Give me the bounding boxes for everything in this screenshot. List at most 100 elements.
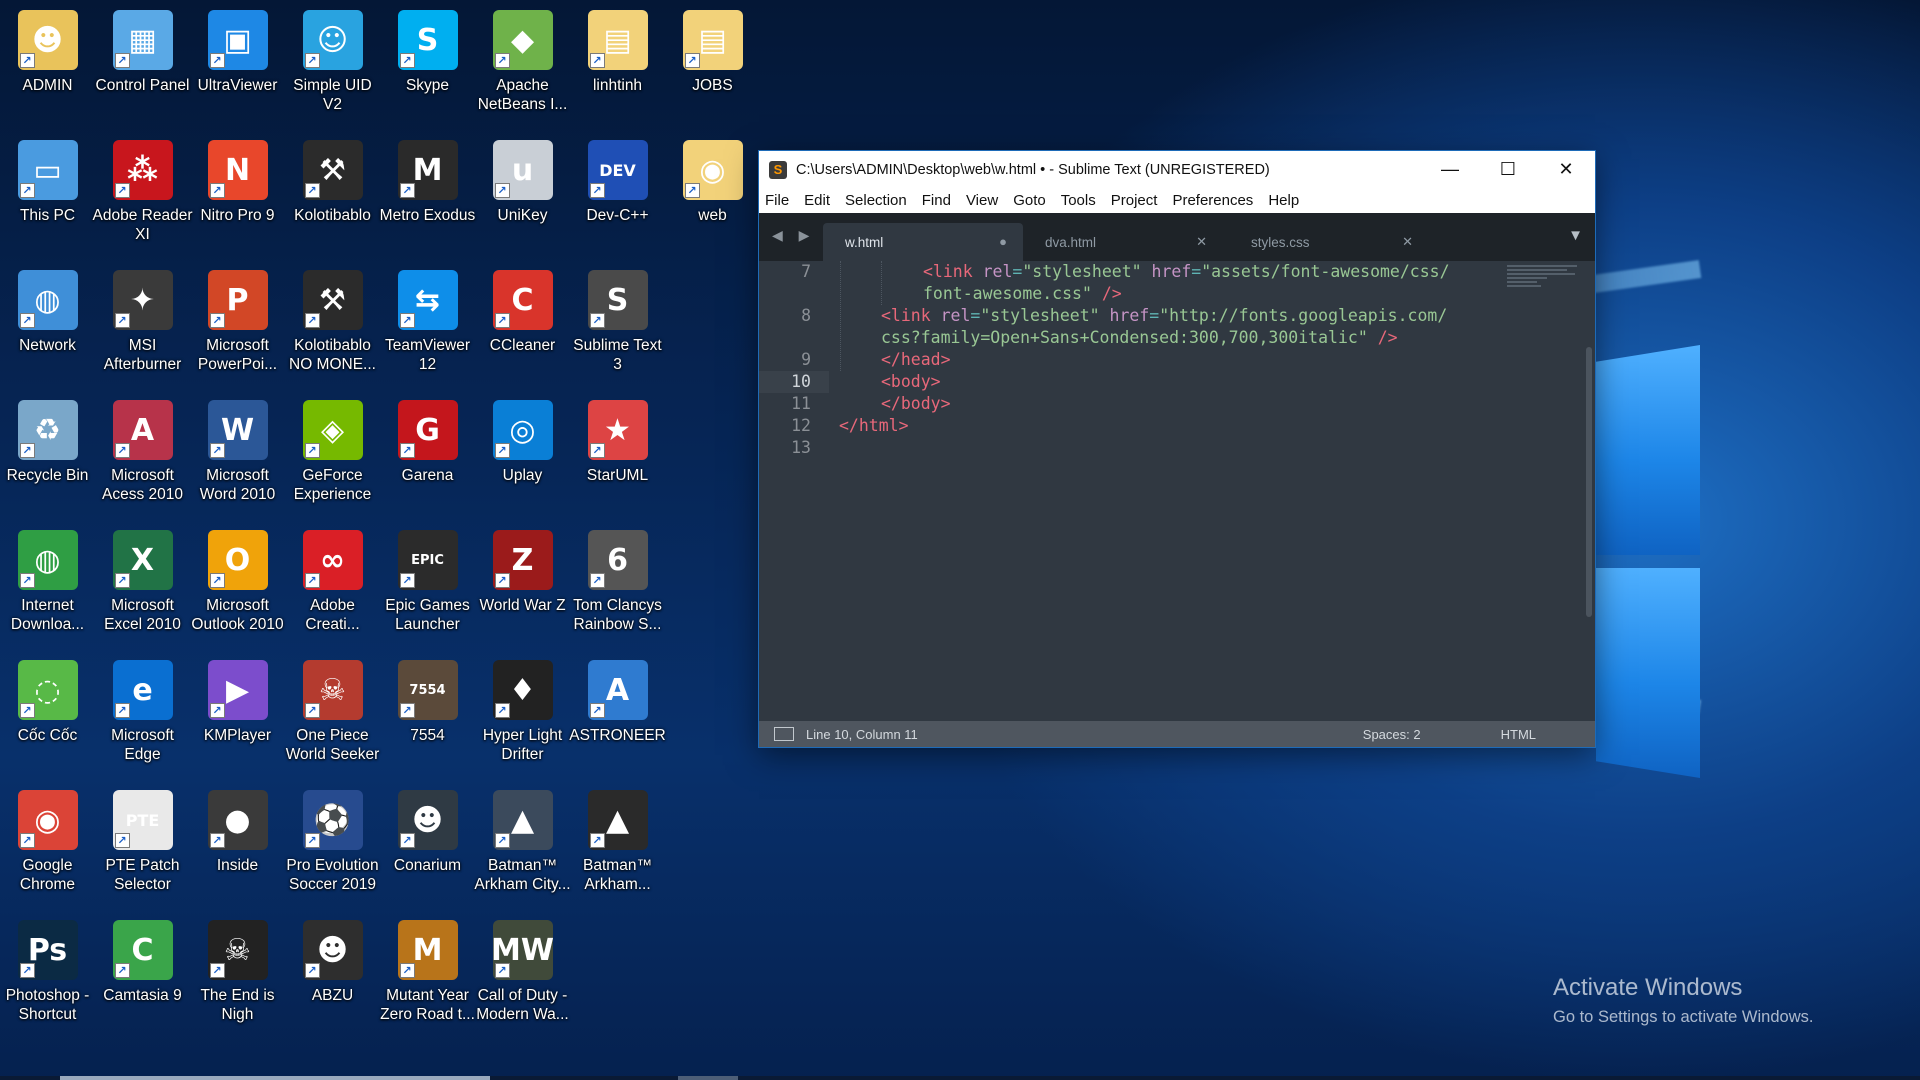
desktop-icon-uplay[interactable]: ◎ ↗ Uplay (475, 394, 570, 524)
close-button[interactable]: ✕ (1537, 151, 1595, 188)
desktop-icon-call-of-duty-modern-wa[interactable]: MW ↗ Call of Duty - Modern Wa... (475, 914, 570, 1044)
desktop-icon-microsoft-acess-2010[interactable]: A ↗ Microsoft Acess 2010 (95, 394, 190, 524)
desktop-icon-adobe-creati[interactable]: ∞ ↗ Adobe Creati... (285, 524, 380, 654)
desktop-icon-google-chrome[interactable]: ◉ ↗ Google Chrome (0, 784, 95, 914)
desktop-icon-skype[interactable]: S ↗ Skype (380, 4, 475, 134)
desktop-icon-unikey[interactable]: u ↗ UniKey (475, 134, 570, 264)
desktop-icon-msi-afterburner[interactable]: ✦ ↗ MSI Afterburner (95, 264, 190, 394)
tab-nav-arrows-icon[interactable]: ◀ ▶ (772, 227, 815, 244)
desktop-icon-geforce-experience[interactable]: ◈ ↗ GeForce Experience (285, 394, 380, 524)
desktop-icon-camtasia-9[interactable]: C ↗ Camtasia 9 (95, 914, 190, 1044)
desktop-icon-photoshop-shortcut[interactable]: Ps ↗ Photoshop - Shortcut (0, 914, 95, 1044)
desktop-icon-microsoft-powerpoi[interactable]: P ↗ Microsoft PowerPoi... (190, 264, 285, 394)
maximize-button[interactable]: ☐ (1479, 151, 1537, 188)
shortcut-arrow-icon: ↗ (589, 703, 605, 718)
desktop-icon-apache-netbeans-i[interactable]: ◆ ↗ Apache NetBeans I... (475, 4, 570, 134)
desktop-icon-simple-uid-v2[interactable]: ☺ ↗ Simple UID V2 (285, 4, 380, 134)
desktop-icon-admin[interactable]: ☻ ↗ ADMIN (0, 4, 95, 134)
menu-preferences[interactable]: Preferences (1172, 192, 1253, 209)
desktop-icon-microsoft-edge[interactable]: e ↗ Microsoft Edge (95, 654, 190, 784)
desktop-icon-network[interactable]: ◍ ↗ Network (0, 264, 95, 394)
desktop-icon-batman-arkham-city[interactable]: ▲ ↗ Batman™ Arkham City... (474, 784, 571, 914)
icon-label: Apache NetBeans I... (477, 77, 568, 113)
menu-tools[interactable]: Tools (1061, 192, 1096, 209)
desktop-icon-7554[interactable]: 7554 ↗ 7554 (380, 654, 475, 784)
line-number: 12 (791, 416, 811, 435)
desktop-icon-inside[interactable]: ● ↗ Inside (190, 784, 285, 914)
desktop-icon-teamviewer-12[interactable]: ⇆ ↗ TeamViewer 12 (380, 264, 475, 394)
desktop-icon-sublime-text-3[interactable]: S ↗ Sublime Text 3 (570, 264, 665, 394)
desktop-icon-garena[interactable]: G ↗ Garena (380, 394, 475, 524)
unsaved-dot-icon[interactable]: ● (999, 234, 1007, 249)
panel-toggle-icon[interactable] (774, 727, 794, 741)
menu-edit[interactable]: Edit (804, 192, 830, 209)
desktop-icon-metro-exodus[interactable]: M ↗ Metro Exodus (380, 134, 475, 264)
desktop-icon-pte-patch-selector[interactable]: PTE ↗ PTE Patch Selector (95, 784, 190, 914)
desktop-icon-ccleaner[interactable]: C ↗ CCleaner (475, 264, 570, 394)
sublime-window[interactable]: S C:\Users\ADMIN\Desktop\web\w.html • - … (759, 151, 1595, 747)
desktop-icon-adobe-reader-xi[interactable]: ⁂ ↗ Adobe Reader XI (93, 134, 192, 264)
minimize-button[interactable]: — (1421, 151, 1479, 188)
desktop-icon-dev-c[interactable]: DEV ↗ Dev-C++ (570, 134, 665, 264)
desktop-icon-tom-clancys-rainbow-s[interactable]: 6 ↗ Tom Clancys Rainbow S... (570, 524, 665, 654)
menu-find[interactable]: Find (922, 192, 951, 209)
desktop-icon-mutant-year-zero-road-t[interactable]: M ↗ Mutant Year Zero Road t... (380, 914, 475, 1044)
desktop-icon-recycle-bin[interactable]: ♻ ↗ Recycle Bin (0, 394, 95, 524)
desktop-icon-nitro-pro-9[interactable]: N ↗ Nitro Pro 9 (190, 134, 285, 264)
desktop-icon-kolotibablo-no-mone[interactable]: ⚒ ↗ Kolotibablo NO MONE... (285, 264, 380, 394)
tab-label: w.html (845, 234, 884, 250)
desktop-icon-linhtinh[interactable]: ▤ ↗ linhtinh (570, 4, 665, 134)
app-icon: ⁂ ↗ (112, 140, 173, 200)
desktop-icon-kmplayer[interactable]: ▶ ↗ KMPlayer (190, 654, 285, 784)
minimap[interactable] (1507, 265, 1577, 301)
code-editor[interactable]: 7 8 9 10 11 12 13 <link rel="stylesheet"… (759, 261, 1595, 721)
desktop-icon-conarium[interactable]: ☻ ↗ Conarium (380, 784, 475, 914)
desktop-icon-web[interactable]: ◉ ↗ web (665, 134, 760, 264)
menu-goto[interactable]: Goto (1013, 192, 1046, 209)
tab-styles-css[interactable]: styles.css ✕ (1229, 223, 1429, 261)
menu-file[interactable]: File (765, 192, 789, 209)
desktop-icon-c-c-c-c[interactable]: ◌ ↗ Cốc Cốc (0, 654, 95, 784)
shortcut-arrow-icon: ↗ (399, 833, 415, 848)
tab-close-icon[interactable]: ✕ (1196, 234, 1207, 250)
desktop-icon-internet-downloa[interactable]: ◍ ↗ Internet Downloa... (0, 524, 95, 654)
title-bar[interactable]: S C:\Users\ADMIN\Desktop\web\w.html • - … (759, 151, 1595, 188)
desktop-icon-epic-games-launcher[interactable]: EPIC ↗ Epic Games Launcher (380, 524, 475, 654)
tab-w-html[interactable]: w.html ● (823, 223, 1023, 261)
menu-project[interactable]: Project (1111, 192, 1158, 209)
icon-label: KMPlayer (203, 727, 272, 744)
app-icon: ▤ ↗ (682, 10, 743, 70)
tab-dropdown-icon[interactable]: ▼ (1568, 227, 1583, 244)
desktop-icon-world-war-z[interactable]: Z ↗ World War Z (475, 524, 570, 654)
shortcut-arrow-icon: ↗ (304, 573, 320, 588)
vertical-scrollbar[interactable] (1586, 347, 1592, 617)
desktop-icon-the-end-is-nigh[interactable]: ☠ ↗ The End is Nigh (190, 914, 285, 1044)
desktop-icon-batman-arkham[interactable]: ▲ ↗ Batman™ Arkham... (570, 784, 665, 914)
syntax-status[interactable]: HTML (1501, 727, 1536, 742)
desktop-icon-kolotibablo[interactable]: ⚒ ↗ Kolotibablo (285, 134, 380, 264)
shortcut-arrow-icon: ↗ (304, 703, 320, 718)
desktop-icon-abzu[interactable]: ☻ ↗ ABZU (285, 914, 380, 1044)
app-icon: e ↗ (112, 660, 173, 720)
desktop-icon-astroneer[interactable]: A ↗ ASTRONEER (569, 654, 666, 784)
desktop-icon-jobs[interactable]: ▤ ↗ JOBS (665, 4, 760, 134)
icon-label: UniKey (497, 207, 548, 224)
desktop-icon-hyper-light-drifter[interactable]: ♦ ↗ Hyper Light Drifter (475, 654, 570, 784)
shortcut-arrow-icon: ↗ (19, 963, 35, 978)
desktop-icon-staruml[interactable]: ★ ↗ StarUML (570, 394, 665, 524)
menu-view[interactable]: View (966, 192, 998, 209)
desktop-icon-one-piece-world-seeker[interactable]: ☠ ↗ One Piece World Seeker (285, 654, 380, 784)
indentation-status[interactable]: Spaces: 2 (1363, 727, 1421, 742)
tab-close-icon[interactable]: ✕ (1402, 234, 1413, 250)
menu-selection[interactable]: Selection (845, 192, 907, 209)
desktop-icon-this-pc[interactable]: ▭ ↗ This PC (0, 134, 95, 264)
desktop-icon-control-panel[interactable]: ▦ ↗ Control Panel (95, 4, 190, 134)
menu-help[interactable]: Help (1268, 192, 1299, 209)
desktop-icon-ultraviewer[interactable]: ▣ ↗ UltraViewer (190, 4, 285, 134)
desktop-icon-pro-evolution-soccer-2019[interactable]: ⚽ ↗ Pro Evolution Soccer 2019 (285, 784, 380, 914)
tab-dva-html[interactable]: dva.html ✕ (1023, 223, 1223, 261)
desktop-icon-microsoft-excel-2010[interactable]: X ↗ Microsoft Excel 2010 (95, 524, 190, 654)
desktop-icon-microsoft-word-2010[interactable]: W ↗ Microsoft Word 2010 (190, 394, 285, 524)
desktop-icon-microsoft-outlook-2010[interactable]: O ↗ Microsoft Outlook 2010 (190, 524, 285, 654)
code-token: /> (1367, 328, 1398, 347)
